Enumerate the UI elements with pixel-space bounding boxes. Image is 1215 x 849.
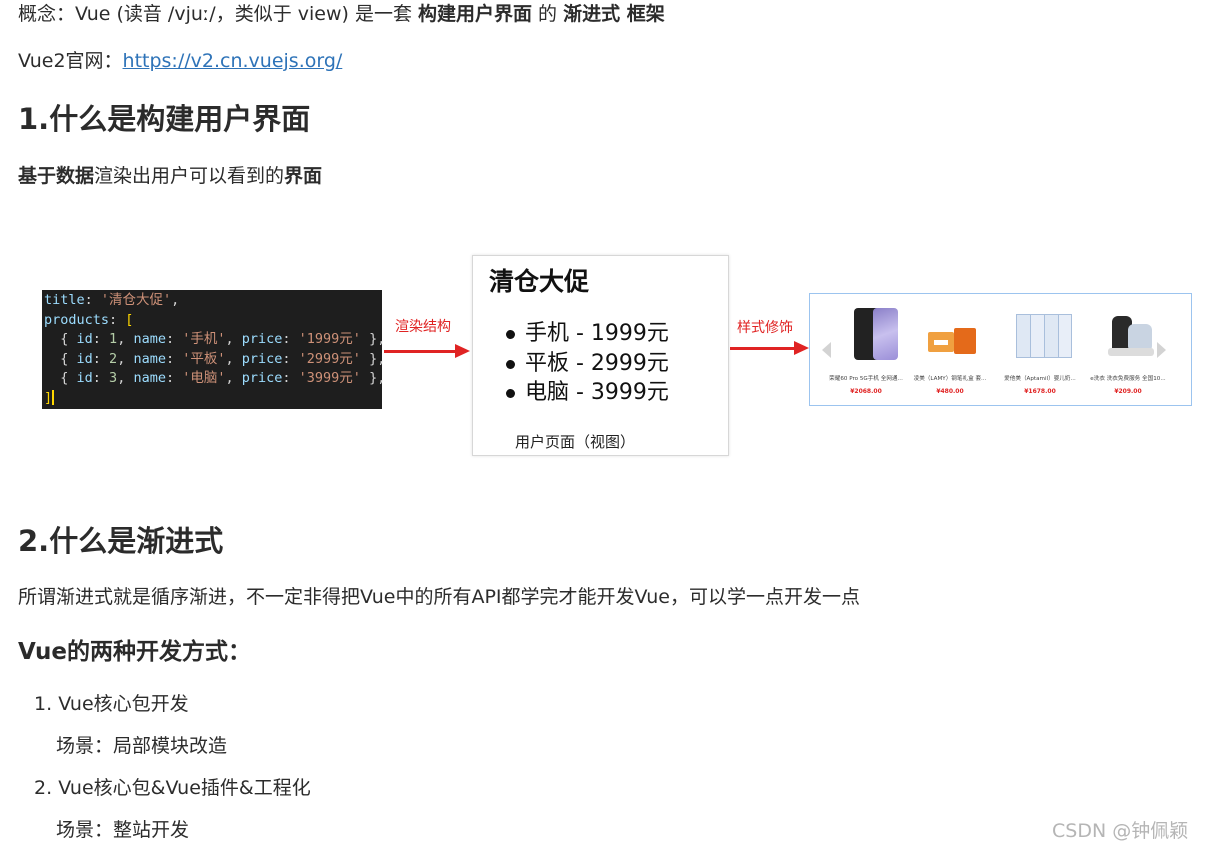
- code-line-6: ]: [44, 389, 55, 406]
- milk-powder-icon: [1010, 302, 1072, 362]
- arrow-label-style: 样式修饰: [737, 320, 793, 336]
- product-price: ¥2068.00: [850, 388, 882, 395]
- list-item-scene: 场景：整站开发: [56, 819, 190, 841]
- list-item-number: 2.: [34, 777, 53, 799]
- product-name: 爱他美（Aptamil）婴儿奶...: [1004, 376, 1076, 382]
- code-line-1: title: '清仓大促',: [44, 292, 180, 308]
- view-list-item: 平板 - 2999元: [506, 349, 669, 379]
- view-title: 清仓大促: [489, 267, 590, 296]
- product-name: e洗衣 洗衣免费服务 全国10...: [1090, 376, 1166, 382]
- user-view-card: 清仓大促 手机 - 1999元 平板 - 2999元 电脑 - 3999元 用户…: [472, 255, 729, 456]
- section2-heading: 2.什么是渐进式: [18, 524, 224, 558]
- product-card[interactable]: e洗衣 洗衣免费服务 全国10... ¥209.00: [1088, 302, 1168, 395]
- code-line-4: { id: 2, name: '平板', price: '2999元' },: [44, 350, 386, 367]
- text-cursor: [52, 389, 55, 405]
- site-label: Vue2官网：: [18, 50, 123, 72]
- desc-mid: 渲染出用户可以看到的: [94, 165, 285, 187]
- desc-bold-data: 基于数据: [18, 165, 95, 187]
- product-name: 荣耀60 Pro 5G手机 全网通...: [829, 376, 903, 382]
- code-line-5: { id: 3, name: '电脑', price: '3999元' },: [44, 370, 386, 387]
- arrow-right-icon: [794, 341, 809, 355]
- view-list-item: 手机 - 1999元: [506, 319, 669, 349]
- official-site-link[interactable]: https://v2.cn.vuejs.org/: [123, 50, 343, 72]
- concept-line: 概念：Vue (读音 /vjuː/，类似于 view) 是一套 构建用户界面 的…: [18, 1, 665, 27]
- list-item-scene: 场景：局部模块改造: [56, 735, 228, 757]
- list-item-label: Vue核心包开发: [58, 693, 189, 715]
- product-name: 凌美（LAMY）钢笔礼盒 套...: [913, 376, 987, 382]
- arrow-label-render: 渲染结构: [395, 319, 451, 335]
- view-caption: 用户页面（视图）: [515, 433, 636, 451]
- code-line-2: products: [: [44, 311, 134, 328]
- code-line-3: { id: 1, name: '手机', price: '1999元' },: [44, 331, 386, 348]
- concept-prefix: 概念：Vue (读音 /vjuː/，类似于 view) 是一套: [18, 3, 418, 25]
- watermark: CSDN @钟佩颖: [1052, 820, 1189, 842]
- list-item-number: 1.: [34, 693, 53, 715]
- product-price: ¥480.00: [936, 388, 964, 395]
- section1-heading: 1.什么是构建用户界面: [18, 102, 311, 136]
- smartphone-icon: [836, 302, 898, 362]
- section2-description: 所谓渐进式就是循序渐进，不一定非得把Vue中的所有API都学完才能开发Vue，可…: [18, 586, 860, 608]
- arrow-render-line: [384, 350, 456, 353]
- product-card[interactable]: 爱他美（Aptamil）婴儿奶... ¥1678.00: [1000, 302, 1080, 395]
- list-item-title: 2. Vue核心包&Vue插件&工程化: [34, 775, 311, 801]
- dev-modes-heading: Vue的两种开发方式：: [18, 639, 251, 665]
- product-card[interactable]: 荣耀60 Pro 5G手机 全网通... ¥2068.00: [826, 302, 906, 395]
- concept-mid: 的: [532, 3, 564, 25]
- code-snippet: title: '清仓大促', products: [ { id: 1, name…: [42, 290, 386, 409]
- gift-box-icon: [920, 302, 980, 362]
- view-product-list: 手机 - 1999元 平板 - 2999元 电脑 - 3999元: [506, 319, 669, 408]
- product-price: ¥209.00: [1114, 388, 1142, 395]
- laundry-icon: [1098, 302, 1158, 362]
- product-carousel: 荣耀60 Pro 5G手机 全网通... ¥2068.00 凌美（LAMY）钢笔…: [809, 293, 1192, 406]
- section1-description: 基于数据渲染出用户可以看到的界面: [18, 163, 322, 189]
- list-item-title: 1. Vue核心包开发: [34, 691, 189, 717]
- arrow-right-icon: [455, 344, 470, 358]
- desc-bold-ui: 界面: [284, 165, 323, 187]
- list-item-label: Vue核心包&Vue插件&工程化: [58, 777, 311, 799]
- concept-bold-framework: 渐进式 框架: [563, 3, 665, 25]
- official-site-line: Vue2官网：https://v2.cn.vuejs.org/: [18, 48, 342, 74]
- view-list-item: 电脑 - 3999元: [506, 378, 669, 408]
- product-price: ¥1678.00: [1024, 388, 1056, 395]
- concept-bold-ui: 构建用户界面: [417, 3, 532, 25]
- product-card[interactable]: 凌美（LAMY）钢笔礼盒 套... ¥480.00: [910, 302, 990, 395]
- arrow-style-line: [730, 347, 796, 350]
